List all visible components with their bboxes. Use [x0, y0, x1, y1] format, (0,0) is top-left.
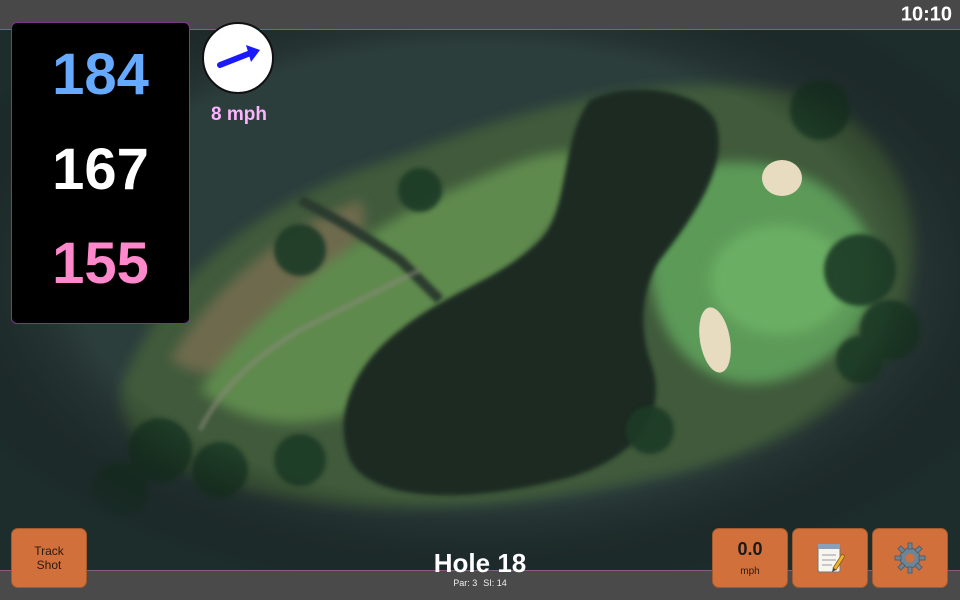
wind-speed: 8 mph — [211, 104, 267, 125]
hole-info: Par: 3 SI: 14 — [380, 578, 580, 588]
speed-button[interactable]: 0.0 mph — [712, 528, 788, 588]
track-shot-button[interactable]: Track Shot — [11, 528, 87, 588]
notes-button[interactable] — [792, 528, 868, 588]
speed-unit: mph — [740, 566, 760, 577]
hole-title: Hole 18 — [433, 548, 527, 578]
notepad-icon — [817, 544, 845, 573]
middle-distance: 167 — [52, 137, 149, 202]
track-shot-label: Track Shot — [34, 544, 64, 572]
stroke-index-label: SI: 14 — [483, 578, 507, 588]
wind-indicator — [202, 22, 274, 94]
clock: 10:10 — [900, 3, 952, 26]
wind-direction-arrow-icon — [217, 45, 260, 68]
par-label: Par: 3 — [453, 578, 478, 588]
back-distance: 184 — [52, 42, 149, 107]
settings-button[interactable] — [872, 528, 948, 588]
distance-panel: 184 167 155 — [11, 22, 190, 324]
front-distance: 155 — [52, 231, 149, 296]
gear-icon — [894, 542, 926, 574]
speed-value: 0.0 — [737, 539, 763, 559]
